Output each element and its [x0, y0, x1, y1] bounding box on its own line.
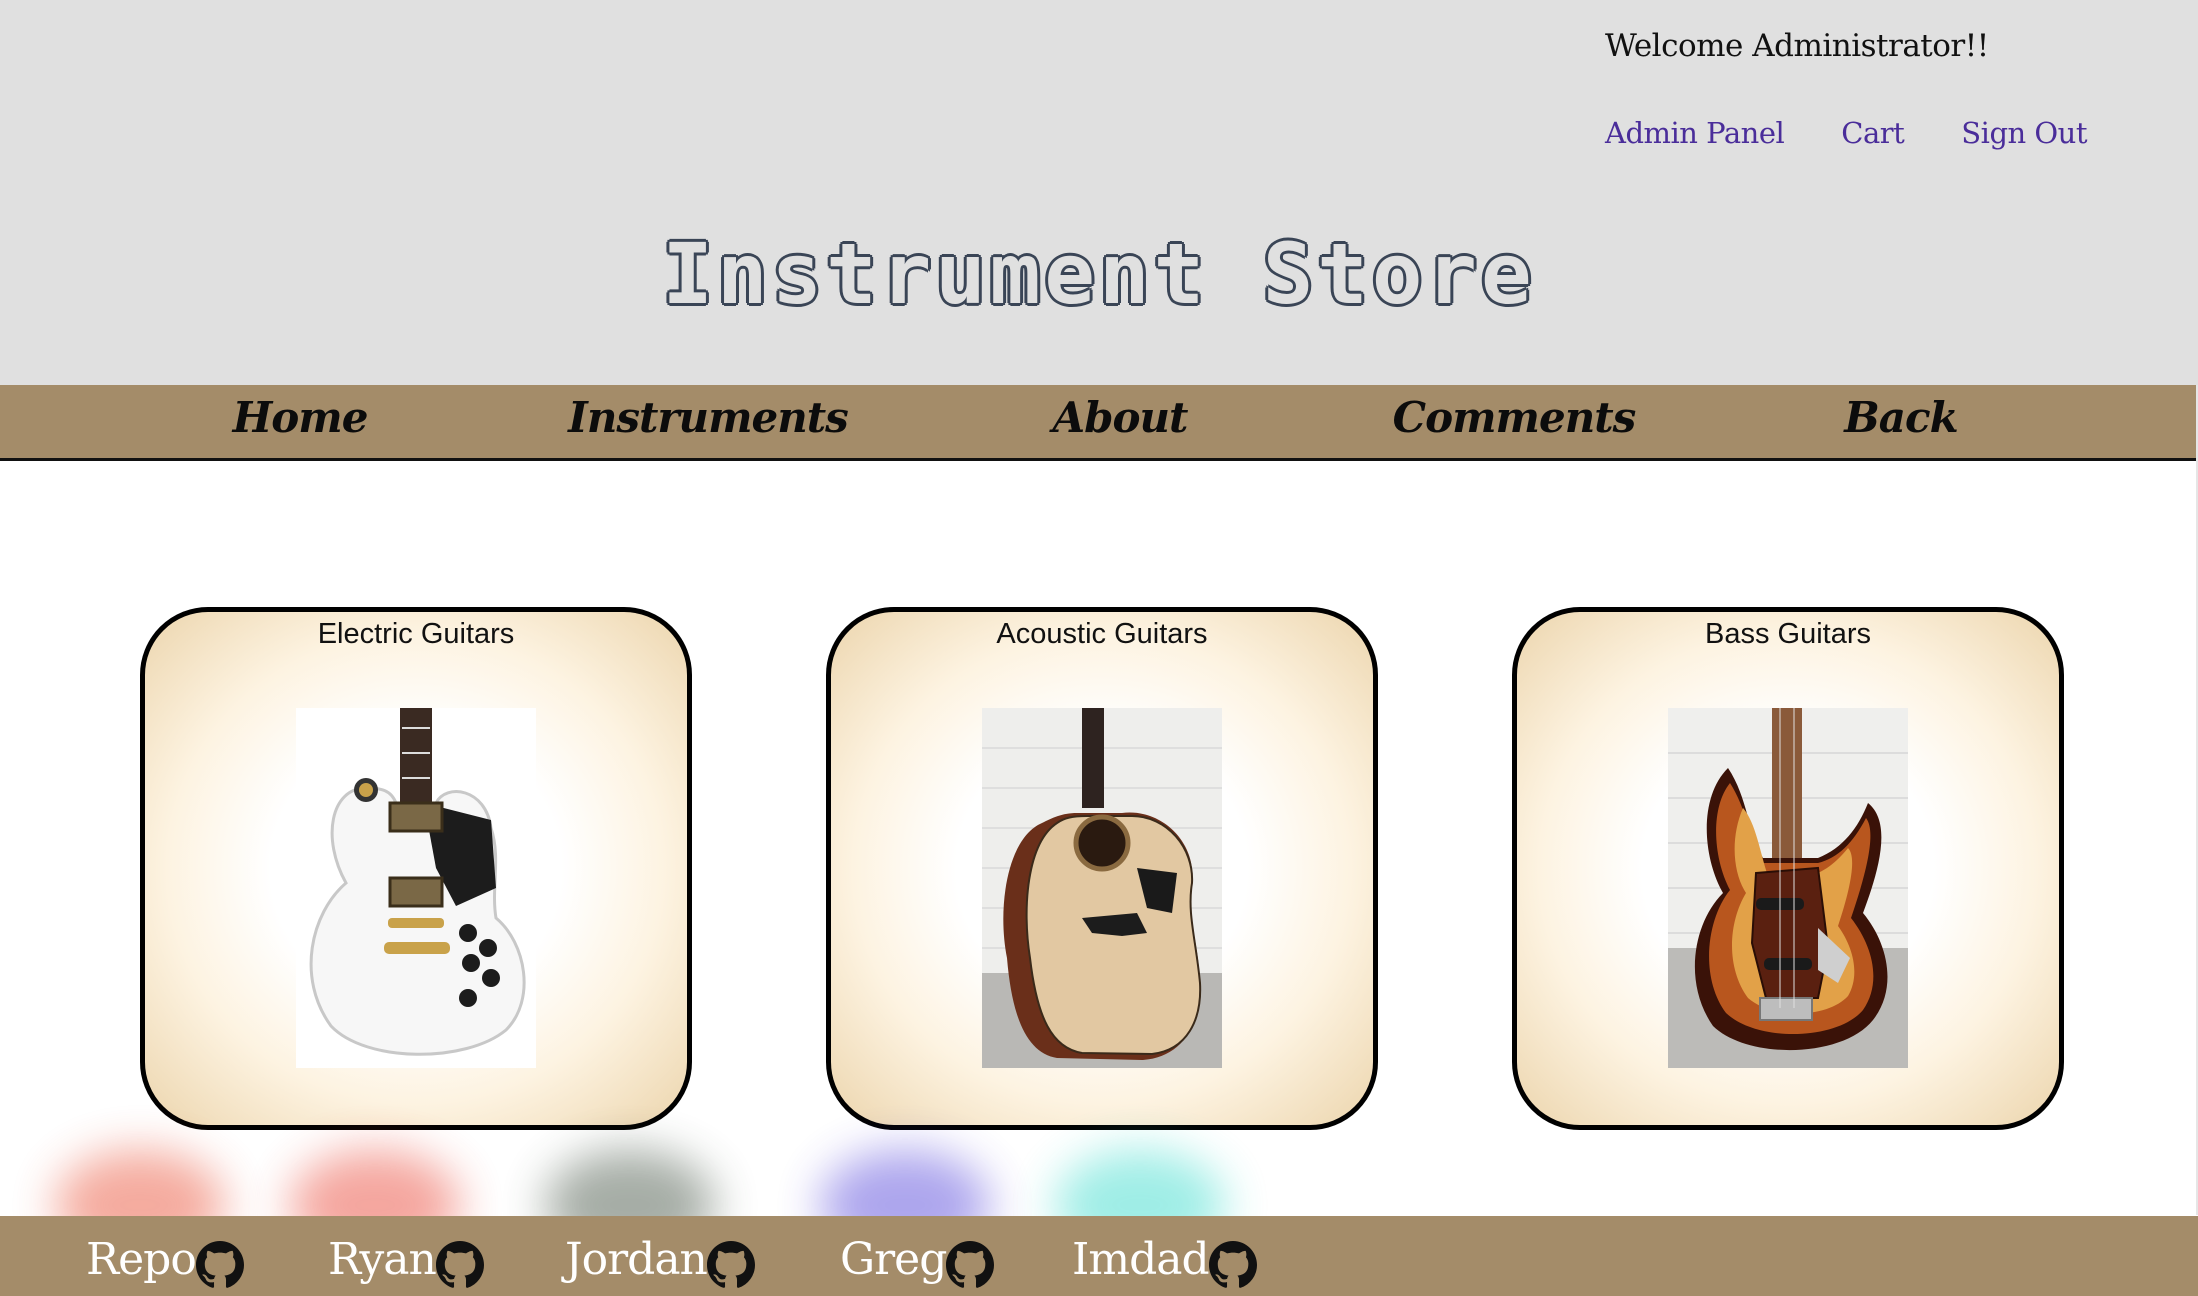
footer-link-label: Jordan: [565, 1233, 708, 1285]
card-title: Acoustic Guitars: [996, 618, 1208, 650]
footer-link-greg[interactable]: Greg: [840, 1229, 995, 1289]
github-icon: [1208, 1241, 1257, 1288]
github-icon: [195, 1241, 244, 1288]
cart-link[interactable]: Cart: [1841, 116, 1905, 150]
account-links: Admin Panel Cart Sign Out: [1605, 116, 2144, 150]
github-icon: [706, 1241, 755, 1288]
footer-link-label: Repo: [86, 1233, 197, 1285]
main-nav: Home Instruments About Comments Back: [0, 385, 2196, 461]
footer-link-jordan[interactable]: Jordan: [565, 1229, 755, 1289]
footer-link-ryan[interactable]: Ryan: [328, 1229, 484, 1289]
nav-instruments[interactable]: Instruments: [568, 393, 849, 442]
nav-comments[interactable]: Comments: [1393, 393, 1637, 442]
github-icon: [946, 1241, 995, 1288]
footer-link-repo[interactable]: Repo: [86, 1229, 244, 1289]
category-card-electric-guitars[interactable]: Electric Guitars: [140, 607, 692, 1130]
footer: Repo Ryan Jordan Greg Imdad: [0, 1216, 2198, 1296]
footer-link-imdad[interactable]: Imdad: [1072, 1229, 1257, 1289]
category-card-bass-guitars[interactable]: Bass Guitars: [1512, 607, 2064, 1130]
card-title: Electric Guitars: [317, 618, 515, 650]
header: Welcome Administrator!! Admin Panel Cart…: [0, 0, 2198, 385]
nav-back[interactable]: Back: [1844, 393, 1958, 442]
sign-out-link[interactable]: Sign Out: [1961, 116, 2087, 150]
welcome-message: Welcome Administrator!!: [1605, 28, 1989, 64]
bass-guitar-image: [1668, 708, 1908, 1068]
electric-guitar-image: [296, 708, 536, 1068]
nav-about[interactable]: About: [1053, 393, 1189, 442]
category-card-acoustic-guitars[interactable]: Acoustic Guitars: [826, 607, 1378, 1130]
site-title: Instrument Store: [662, 225, 1536, 323]
github-icon: [435, 1241, 484, 1288]
footer-link-label: Greg: [840, 1233, 947, 1285]
acoustic-guitar-image: [982, 708, 1222, 1068]
nav-home[interactable]: Home: [233, 393, 369, 442]
admin-panel-link[interactable]: Admin Panel: [1605, 116, 1785, 150]
footer-link-label: Imdad: [1072, 1233, 1210, 1285]
footer-link-label: Ryan: [328, 1233, 437, 1285]
card-title: Bass Guitars: [1705, 618, 1871, 650]
